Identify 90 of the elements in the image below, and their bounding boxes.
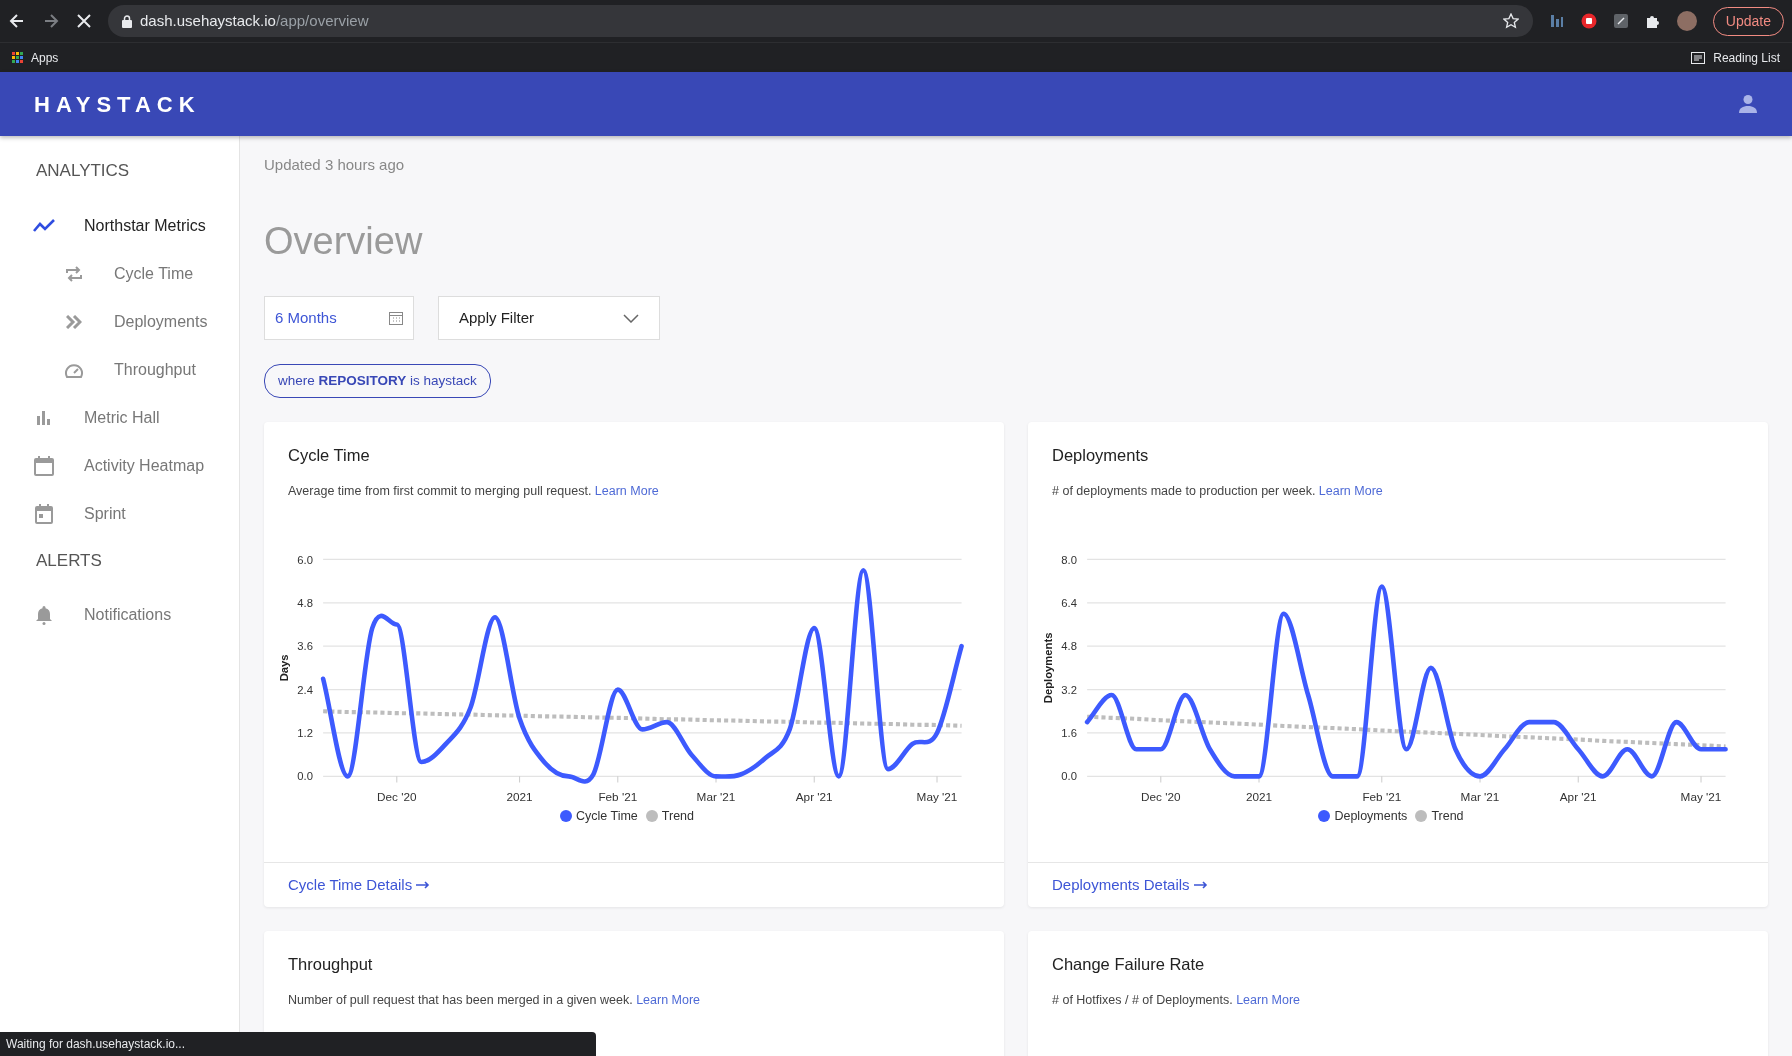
sidebar-item[interactable]: Deployments [0, 297, 239, 346]
axis-tick-label: Apr '21 [1559, 789, 1597, 803]
bar-chart-icon [37, 410, 51, 425]
star-icon[interactable] [1502, 13, 1519, 29]
axis-tick-label: 2021 [1245, 789, 1273, 803]
date-range-field[interactable]: 6 Months [264, 296, 414, 341]
legend-label[interactable]: Trend [661, 806, 694, 826]
axis-tick-label: May '21 [1680, 789, 1722, 803]
reading-list-icon [1691, 51, 1706, 64]
repeat-arrows-icon [65, 264, 83, 283]
apps-grid-icon [12, 52, 23, 63]
card-title: Change Failure Rate [1052, 954, 1206, 975]
double-chevron-icon [66, 314, 82, 329]
card-description: # of deployments made to production per week. Learn More [1052, 483, 1384, 501]
learn-more-link[interactable]: Learn More [1318, 484, 1383, 499]
sidebar-item[interactable]: Northstar Metrics [0, 201, 239, 250]
arrow-right-icon [416, 880, 431, 889]
calendar-event-icon [35, 503, 53, 524]
axis-tick-label: Feb '21 [598, 789, 638, 803]
axis-tick-label: Feb '21 [1362, 789, 1402, 803]
learn-more-link[interactable]: Learn More [636, 992, 701, 1007]
learn-more-link[interactable]: Learn More [1236, 992, 1301, 1007]
axis-tick-label: 2.4 [297, 683, 313, 696]
profile-avatar-icon[interactable] [1676, 11, 1697, 31]
sidebar-item[interactable]: Metric Hall [0, 393, 239, 442]
details-link[interactable]: Cycle Time Details [288, 873, 431, 897]
axis-tick-label: 0.0 [297, 770, 313, 783]
sidebar-item[interactable]: Cycle Time [0, 249, 239, 298]
trend-line-icon [33, 218, 55, 233]
close-icon[interactable] [76, 13, 92, 29]
sidebar-item[interactable]: Notifications [0, 591, 239, 639]
axis-title: Days [278, 654, 291, 682]
calendar-icon [389, 311, 403, 326]
axis-tick-label: 1.6 [1061, 726, 1077, 739]
updated-text: Updated 3 hours ago [264, 155, 406, 175]
axis-tick-label: Dec '20 [377, 789, 417, 803]
card-title: Throughput [288, 954, 374, 975]
gauge-icon [64, 361, 84, 378]
bars-extension-icon[interactable] [1548, 13, 1565, 29]
sidebar-item[interactable]: Sprint [0, 489, 239, 538]
legend-label[interactable]: Trend [1431, 806, 1464, 826]
axis-tick-label: 1.2 [297, 726, 313, 739]
details-link[interactable]: Deployments Details [1052, 873, 1208, 897]
axis-tick-label: 3.2 [1061, 683, 1077, 696]
axis-tick-label: 3.6 [297, 640, 313, 653]
axis-tick-label: Dec '20 [1141, 789, 1181, 803]
forward-icon[interactable] [42, 12, 60, 30]
chevron-down-icon [623, 313, 639, 323]
card-description: # of Hotfixes / # of Deployments. Learn More [1052, 991, 1302, 1009]
card-title: Deployments [1052, 446, 1150, 467]
sidebar-item[interactable]: Activity Heatmap [0, 441, 239, 490]
axis-title: Deployments [1042, 632, 1055, 704]
logo[interactable]: HAYSTACK [34, 87, 201, 121]
status-bar: Waiting for dash.usehaystack.io... [0, 1032, 596, 1056]
axis-tick-label: Apr '21 [795, 789, 833, 803]
section-heading: ALERTS [35, 549, 103, 572]
url-text: dash.usehaystack.io/app/overview [140, 10, 370, 31]
user-icon[interactable] [1738, 94, 1758, 114]
axis-tick-label: Mar '21 [696, 789, 736, 803]
axis-tick-label: Mar '21 [1460, 789, 1500, 803]
axis-tick-label: 6.4 [1061, 596, 1077, 609]
axis-tick-label: 6.0 [297, 553, 313, 566]
bell-icon [36, 605, 52, 625]
puzzle-icon[interactable] [1644, 13, 1661, 29]
extension-icon[interactable] [1612, 13, 1629, 29]
arrow-right-icon [1193, 880, 1208, 889]
card-title: Cycle Time [288, 446, 371, 467]
bookmark-link[interactable]: Apps [12, 48, 59, 67]
back-icon[interactable] [8, 12, 26, 30]
filter-chip[interactable]: where REPOSITORY is haystack [264, 364, 491, 399]
legend-label[interactable]: Deployments [1334, 806, 1408, 826]
section-heading: ANALYTICS [35, 160, 131, 182]
axis-tick-label: May '21 [916, 789, 958, 803]
axis-tick-label: 2021 [506, 789, 533, 803]
page-title: Overview [264, 218, 424, 264]
axis-tick-label: 8.0 [1061, 553, 1077, 566]
learn-more-link[interactable]: Learn More [594, 484, 659, 499]
lock-icon [122, 14, 132, 28]
card-description: Number of pull request that has been merged in a given week. Learn More [288, 991, 702, 1009]
calendar-icon [34, 455, 54, 476]
axis-tick-label: 0.0 [1061, 770, 1077, 783]
axis-tick-label: 4.8 [297, 596, 313, 609]
address-bar[interactable]: dash.usehaystack.io/app/overview [108, 5, 1533, 37]
stop-extension-icon[interactable] [1580, 13, 1597, 29]
card-description: Average time from first commit to merging pull request. Learn More [288, 483, 660, 501]
axis-tick-label: 4.8 [1061, 640, 1077, 653]
legend-label[interactable]: Cycle Time [576, 806, 638, 826]
reading-list-button[interactable]: Reading List [1691, 48, 1780, 67]
sidebar-item[interactable]: Throughput [0, 345, 239, 394]
filter-dropdown[interactable]: Apply Filter [438, 296, 660, 341]
